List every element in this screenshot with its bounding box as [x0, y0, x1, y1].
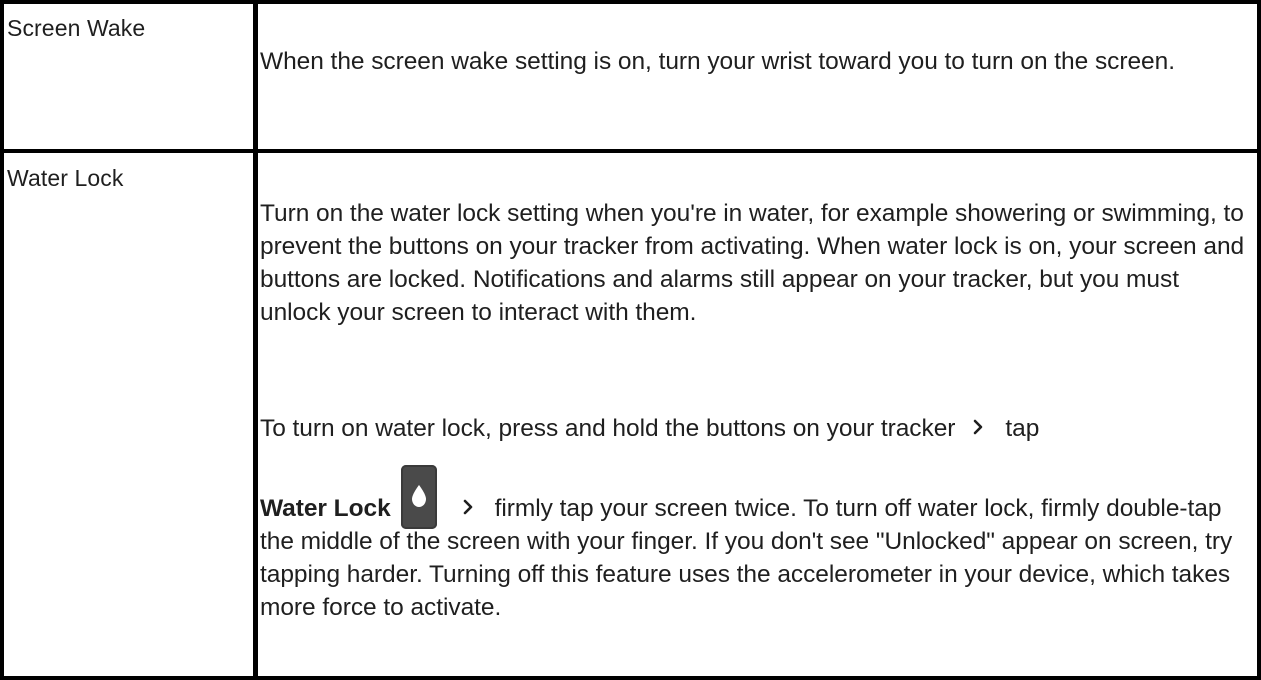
water-drop-icon — [400, 465, 437, 529]
water-lock-instructions: To turn on water lock, press and hold th… — [260, 412, 1250, 624]
screen-wake-text: When the screen wake setting is on, turn… — [260, 48, 1175, 75]
setting-label-screen-wake: Screen Wake — [7, 15, 146, 41]
setting-description-water-lock: Turn on the water lock setting when you'… — [260, 197, 1250, 329]
settings-table: Screen Wake When the screen wake setting… — [0, 0, 1261, 680]
water-lock-text: Turn on the water lock setting when you'… — [260, 200, 1245, 326]
water-lock-bold-label: Water Lock — [260, 495, 391, 522]
table-border-left — [0, 0, 4, 680]
instruction-line-1: To turn on water lock, press and hold th… — [260, 412, 1250, 445]
table-column-divider — [253, 0, 258, 680]
table-row-divider — [0, 149, 1261, 153]
setting-description-screen-wake: When the screen wake setting is on, turn… — [260, 45, 1250, 78]
instruction-part1: To turn on water lock, press and hold th… — [260, 415, 956, 442]
chevron-right-icon — [973, 419, 983, 435]
chevron-right-icon — [463, 499, 473, 515]
instruction-part2: tap — [1005, 415, 1040, 442]
table-border-bottom — [0, 676, 1261, 680]
table-border-right — [1257, 0, 1261, 680]
table-border-top — [0, 0, 1261, 4]
setting-label-water-lock: Water Lock — [7, 165, 124, 191]
